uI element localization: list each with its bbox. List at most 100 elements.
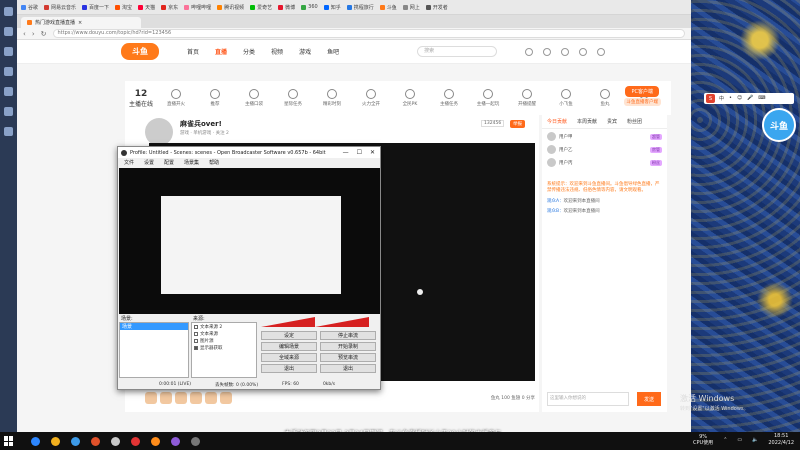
ime-item[interactable]: 中 [719,95,724,102]
bookmark-item[interactable]: 京东 [161,4,178,11]
category-item[interactable]: 精彩时刻 [317,89,347,107]
message-icon[interactable] [579,47,588,56]
pc-client-button[interactable]: PC客户端 [625,86,659,97]
chevron-up-icon[interactable]: ⌃ [723,437,727,443]
obs-source-checkbox[interactable] [194,346,198,350]
obs-menu-item[interactable]: 场景集 [184,159,199,166]
bookmark-item[interactable]: 网易云音乐 [44,4,76,11]
streamer-avatar[interactable] [145,118,173,146]
tab-active[interactable]: 热门游戏直播直播 × [21,17,141,28]
launcher-search-icon[interactable] [4,27,13,36]
obs-button[interactable]: 停止串流 [320,331,376,340]
network-icon[interactable]: ▭ [737,437,742,443]
volume-icon[interactable]: 🔈 [752,437,758,443]
chat-user[interactable]: 观众B： [547,209,564,214]
follow-count[interactable]: 12 主播在线 [129,89,153,108]
category-item[interactable]: 推荐 [200,89,230,107]
obs-source-checkbox[interactable] [194,325,198,329]
gift-icon[interactable] [190,392,202,404]
taskbar-app-icon[interactable] [88,434,102,448]
ime-toolbar[interactable]: S 中 • 😊 🎤 ⌨ [704,93,794,104]
nav-item[interactable]: 视频 [271,47,283,56]
nav-item[interactable]: 首页 [187,47,199,56]
obs-button[interactable]: 编辑场景 [261,342,317,351]
nav-item[interactable]: 直播 [215,47,227,56]
chat-tab[interactable]: 粉丝团 [627,118,642,125]
bookmark-item[interactable]: 百度一下 [82,4,109,11]
send-button[interactable]: 发送 [637,392,661,406]
download-icon[interactable] [561,47,570,56]
bookmark-item[interactable]: 微博 [278,4,295,11]
category-item[interactable]: 主播口袋 [239,89,269,107]
bookmark-item[interactable]: 携程旅行 [346,4,374,11]
obs-scene-list[interactable]: 场景 [119,322,189,378]
bookmark-item[interactable]: 哔哩哔哩 [184,4,211,11]
obs-source-item[interactable]: 文本来源 [194,331,254,337]
taskbar-app-icon[interactable] [28,434,42,448]
nav-item[interactable]: 分类 [243,47,255,56]
report-button[interactable]: 举报 [510,120,525,128]
url-input[interactable]: https://www.douyu.com/topic/hd?rid=12345… [52,29,685,38]
bookmark-item[interactable]: 谷歌 [21,4,38,11]
bookmark-item[interactable]: 知乎 [323,4,341,11]
gift-icon[interactable] [145,392,157,404]
minimize-icon[interactable]: — [343,149,349,156]
gift-icon[interactable] [175,392,187,404]
obs-source-list[interactable]: 文本来源 2 文本来源 图片源 显示器获取 [191,322,257,378]
taskbar-app-icon[interactable] [108,434,122,448]
launcher-mail-icon[interactable] [4,47,13,56]
taskbar-app-icon[interactable] [48,434,62,448]
obs-button[interactable]: 开始录制 [320,342,376,351]
gift-icon[interactable] [205,392,217,404]
user-avatar-icon[interactable] [597,47,606,56]
obs-source-checkbox[interactable] [194,339,198,343]
obs-button[interactable]: 预览串流 [320,353,376,362]
obs-source-item[interactable]: 文本来源 2 [194,324,254,330]
obs-source-item[interactable]: 图片源 [194,338,254,344]
maximize-icon[interactable]: ☐ [357,149,362,156]
bookmark-item[interactable]: 开发者 [425,4,448,11]
obs-scene-item[interactable]: 场景 [120,323,188,330]
category-item[interactable]: 全民PK [395,89,425,107]
category-item[interactable]: 主播一起玩 [473,89,503,107]
category-item[interactable]: 火力全开 [356,89,386,107]
taskbar-app-icon[interactable] [188,434,202,448]
taskbar-app-icon[interactable] [148,434,162,448]
obs-source-checkbox[interactable] [194,332,198,336]
obs-menu-item[interactable]: 设置 [144,159,154,166]
category-item[interactable]: 直播开火 [161,89,191,107]
category-item[interactable]: 开播提醒 [512,89,542,107]
obs-button[interactable]: 设定 [261,331,317,340]
rank-row[interactable]: 用户甲 超管 [547,132,662,141]
forward-icon[interactable]: › [32,30,35,38]
obs-menu-item[interactable]: 配置 [164,159,174,166]
chat-tab[interactable]: 本周贡献 [577,118,597,125]
rank-row[interactable]: 用户丙 粉丝 [547,158,662,167]
obs-menu-item[interactable]: 文件 [124,159,134,166]
chat-input[interactable]: 这里输入你想说的 [547,392,629,406]
bookmark-item[interactable]: 腾讯视频 [217,4,244,11]
category-item[interactable]: 主播任务 [434,89,464,107]
back-icon[interactable]: ‹ [23,30,26,38]
history-icon[interactable] [525,47,534,56]
bookmark-item[interactable]: 天猫 [138,4,155,11]
bookmark-item[interactable]: 淘宝 [115,4,132,11]
launcher-home-icon[interactable] [4,7,13,16]
launcher-settings-icon[interactable] [4,107,13,116]
chat-user[interactable]: 观众A： [547,199,564,204]
category-item[interactable]: 星际任务 [278,89,308,107]
launcher-chat-icon[interactable] [4,67,13,76]
obs-mic-meter[interactable] [261,317,315,327]
ime-item[interactable]: 🎤 [747,95,753,102]
taskbar-app-icon[interactable] [168,434,182,448]
obs-button[interactable]: 退出 [320,364,376,373]
rank-row[interactable]: 用户乙 房管 [547,145,662,154]
gift-icon[interactable] [160,392,172,404]
chat-tab[interactable]: 今日贡献 [547,118,567,125]
launcher-doc-icon[interactable] [4,87,13,96]
nav-item[interactable]: 游戏 [299,47,311,56]
launcher-cart-icon[interactable] [4,127,13,136]
site-logo[interactable]: 斗鱼 [121,43,159,60]
tab-close-icon[interactable]: × [78,20,82,26]
bookmark-item[interactable]: 360 [301,4,318,10]
